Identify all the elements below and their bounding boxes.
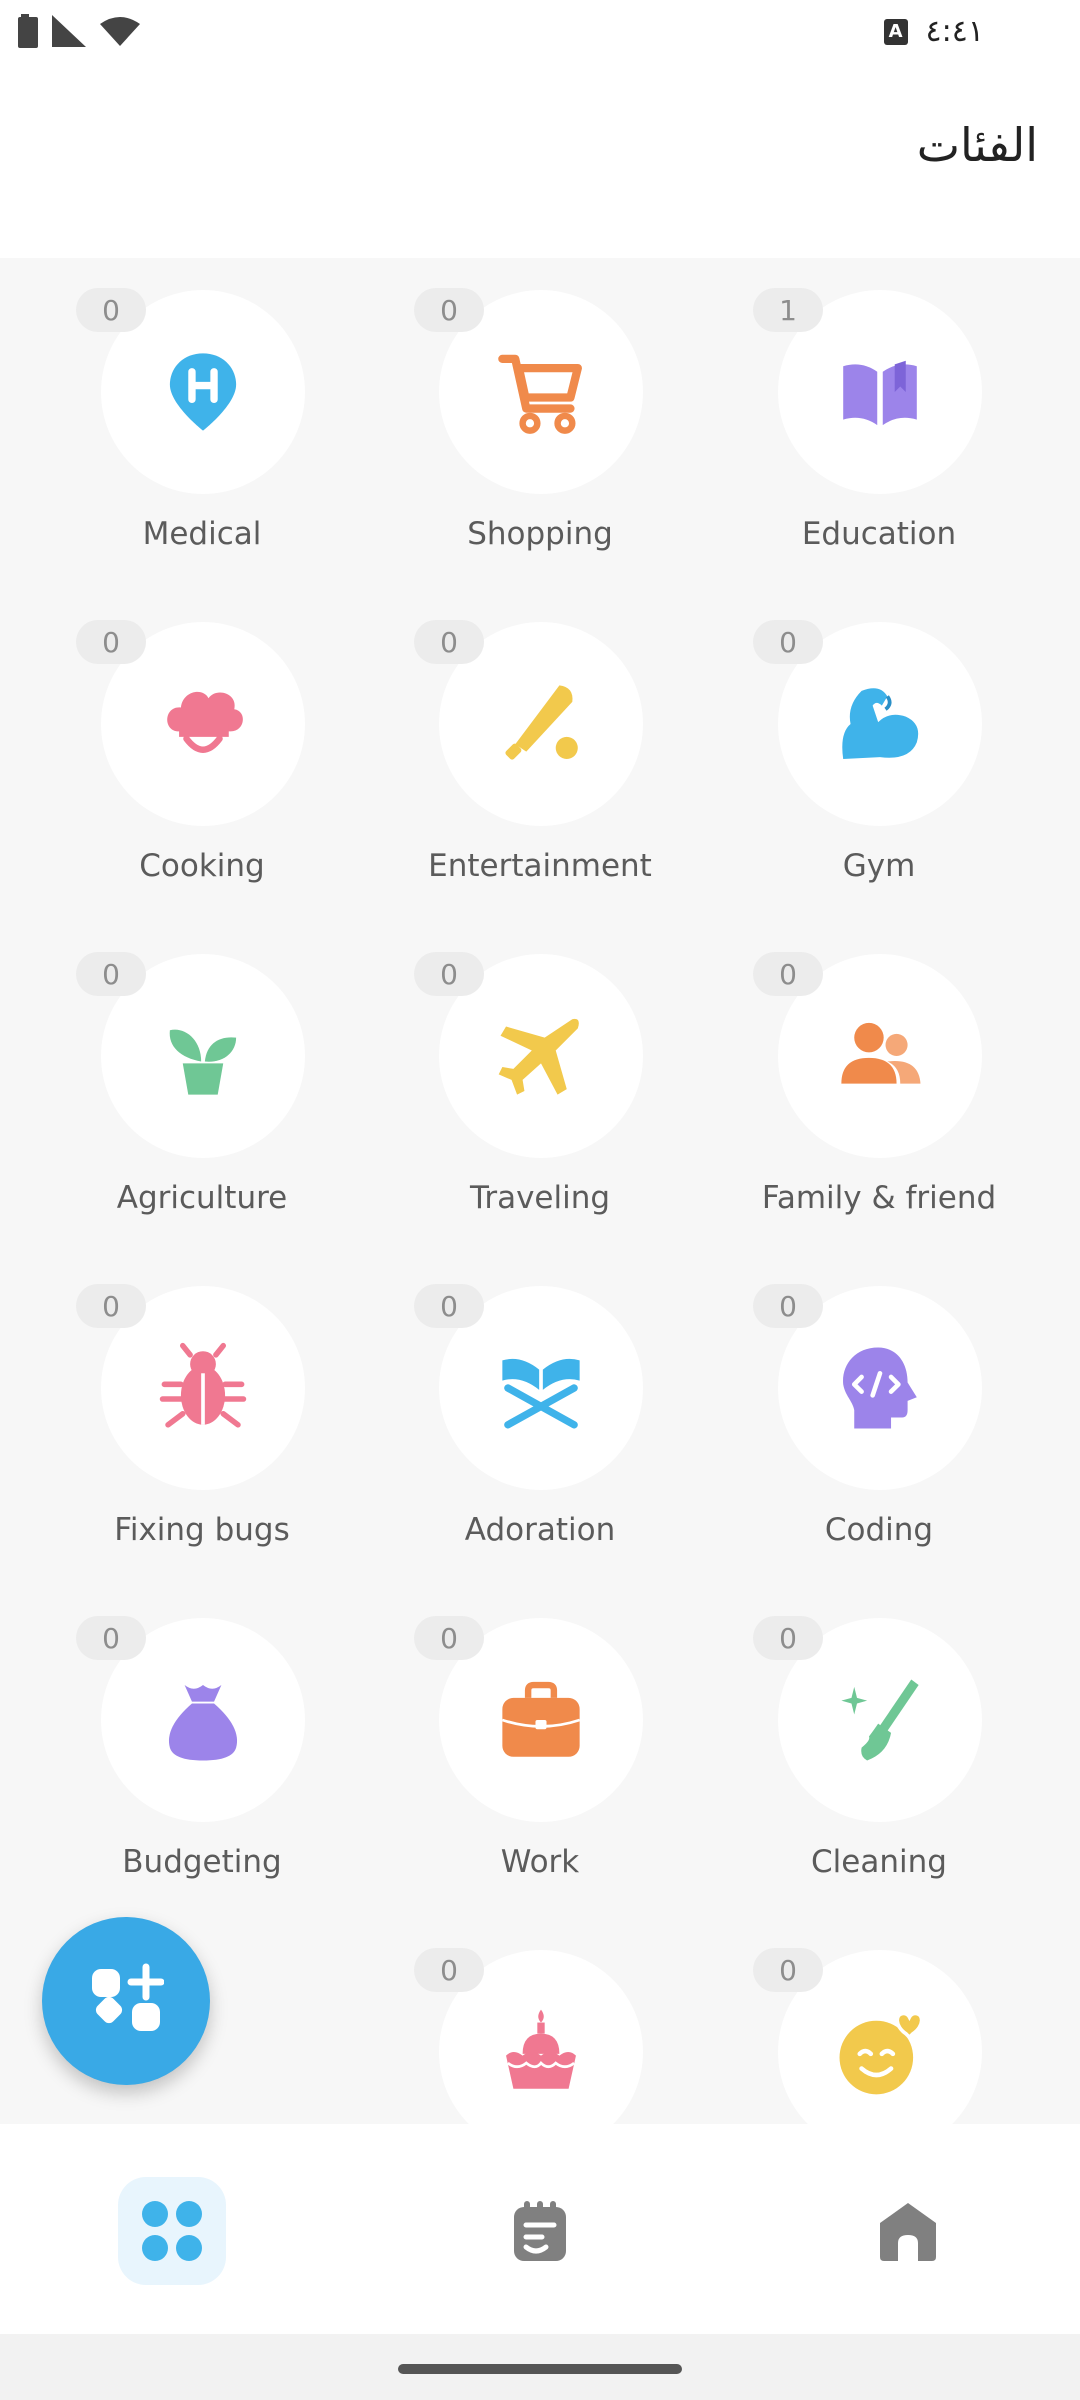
category-celebration[interactable]: 0 bbox=[370, 1918, 710, 2124]
category-agriculture[interactable]: 0 Agriculture bbox=[32, 922, 372, 1222]
page-title: الفئات bbox=[916, 118, 1038, 172]
category-family-friend[interactable]: 0 Family & friend bbox=[709, 922, 1049, 1222]
people-icon bbox=[841, 1022, 921, 1084]
category-label: Fixing bugs bbox=[114, 1512, 290, 1548]
clock: ٤:٤١ bbox=[925, 14, 984, 49]
category-label: Budgeting bbox=[122, 1844, 282, 1880]
category-count-badge: 0 bbox=[76, 1616, 146, 1660]
category-count-badge: 0 bbox=[414, 1948, 484, 1992]
category-medical[interactable]: 0 Medical bbox=[32, 258, 372, 558]
category-cleaning[interactable]: 0 Cleaning bbox=[709, 1586, 1049, 1886]
category-count-badge: 0 bbox=[414, 1284, 484, 1328]
category-count-badge: 0 bbox=[753, 620, 823, 664]
category-count-badge: 0 bbox=[753, 952, 823, 996]
home-icon bbox=[880, 2203, 936, 2261]
category-mood[interactable]: 0 bbox=[709, 1918, 1049, 2124]
add-category-icon bbox=[92, 1963, 164, 2031]
categories-grid: 0 Medical 0 Shopping 1 Education 0 Cooki… bbox=[0, 258, 1080, 2124]
category-label: Gym bbox=[842, 848, 916, 884]
cupcake-icon bbox=[506, 2009, 576, 2089]
category-label: Work bbox=[500, 1844, 580, 1880]
category-label: Cleaning bbox=[811, 1844, 947, 1880]
nav-categories[interactable] bbox=[118, 2177, 226, 2285]
shopping-cart-icon bbox=[498, 354, 582, 434]
notes-icon bbox=[514, 2201, 566, 2261]
category-count-badge: 0 bbox=[76, 620, 146, 664]
category-coding[interactable]: 0 Coding bbox=[709, 1254, 1049, 1554]
category-count-badge: 0 bbox=[753, 1616, 823, 1660]
category-entertainment[interactable]: 0 Entertainment bbox=[370, 590, 710, 890]
category-count-badge: 0 bbox=[414, 288, 484, 332]
app-header: الفئات bbox=[0, 70, 1080, 258]
category-label: Family & friend bbox=[761, 1180, 997, 1216]
category-label: Shopping bbox=[467, 516, 613, 552]
category-adoration[interactable]: 0 Adoration bbox=[370, 1254, 710, 1554]
category-gym[interactable]: 0 Gym bbox=[709, 590, 1049, 890]
category-label: Entertainment bbox=[428, 848, 652, 884]
nav-home[interactable] bbox=[854, 2177, 962, 2285]
bug-icon bbox=[159, 1342, 247, 1428]
category-traveling[interactable]: 0 Traveling bbox=[370, 922, 710, 1222]
category-label: Coding bbox=[824, 1512, 934, 1548]
status-bar: A ٤:٤١ bbox=[0, 0, 1080, 70]
bottom-nav bbox=[0, 2124, 1080, 2334]
gesture-handle[interactable] bbox=[398, 2364, 682, 2374]
category-budgeting[interactable]: 0 Budgeting bbox=[32, 1586, 372, 1886]
airplane-icon bbox=[498, 1018, 579, 1095]
category-count-badge: 0 bbox=[414, 1616, 484, 1660]
briefcase-icon bbox=[501, 1681, 581, 1757]
category-label: Education bbox=[801, 516, 957, 552]
flexed-arm-icon bbox=[842, 688, 919, 759]
medical-pin-icon bbox=[169, 353, 237, 431]
code-head-icon bbox=[843, 1347, 917, 1429]
smiley-heart-icon bbox=[839, 2011, 924, 2095]
category-count-badge: 1 bbox=[753, 288, 823, 332]
category-work[interactable]: 0 Work bbox=[370, 1586, 710, 1886]
open-book-icon bbox=[843, 360, 917, 426]
category-shopping[interactable]: 0 Shopping bbox=[370, 258, 710, 558]
category-label: Medical bbox=[142, 516, 262, 552]
category-count-badge: 0 bbox=[414, 952, 484, 996]
categories-grid-icon bbox=[142, 2201, 202, 2261]
category-count-badge: 0 bbox=[76, 952, 146, 996]
status-right: A ٤:٤١ bbox=[883, 14, 984, 49]
baseball-bat-icon bbox=[505, 685, 578, 760]
book-stand-icon bbox=[502, 1358, 580, 1429]
category-count-badge: 0 bbox=[76, 1284, 146, 1328]
signal-icon bbox=[52, 15, 86, 47]
broom-icon bbox=[841, 1679, 919, 1761]
wifi-icon bbox=[100, 17, 140, 46]
category-cooking[interactable]: 0 Cooking bbox=[32, 590, 372, 890]
category-fixing-bugs[interactable]: 0 Fixing bugs bbox=[32, 1254, 372, 1554]
category-label: Adoration bbox=[464, 1512, 616, 1548]
chef-hat-icon bbox=[167, 691, 243, 753]
money-bag-icon bbox=[168, 1685, 238, 1761]
category-education[interactable]: 1 Education bbox=[709, 258, 1049, 558]
keyboard-badge: A bbox=[883, 18, 908, 45]
category-count-badge: 0 bbox=[753, 1284, 823, 1328]
category-count-badge: 0 bbox=[76, 288, 146, 332]
battery-icon bbox=[18, 14, 38, 48]
status-icons bbox=[18, 14, 140, 48]
potted-plant-icon bbox=[169, 1029, 237, 1095]
nav-notes[interactable] bbox=[486, 2177, 594, 2285]
category-count-badge: 0 bbox=[414, 620, 484, 664]
category-count-badge: 0 bbox=[753, 1948, 823, 1992]
category-label: Traveling bbox=[469, 1180, 611, 1216]
category-label: Cooking bbox=[139, 848, 265, 884]
add-category-button[interactable] bbox=[42, 1917, 210, 2085]
category-label: Agriculture bbox=[116, 1180, 288, 1216]
